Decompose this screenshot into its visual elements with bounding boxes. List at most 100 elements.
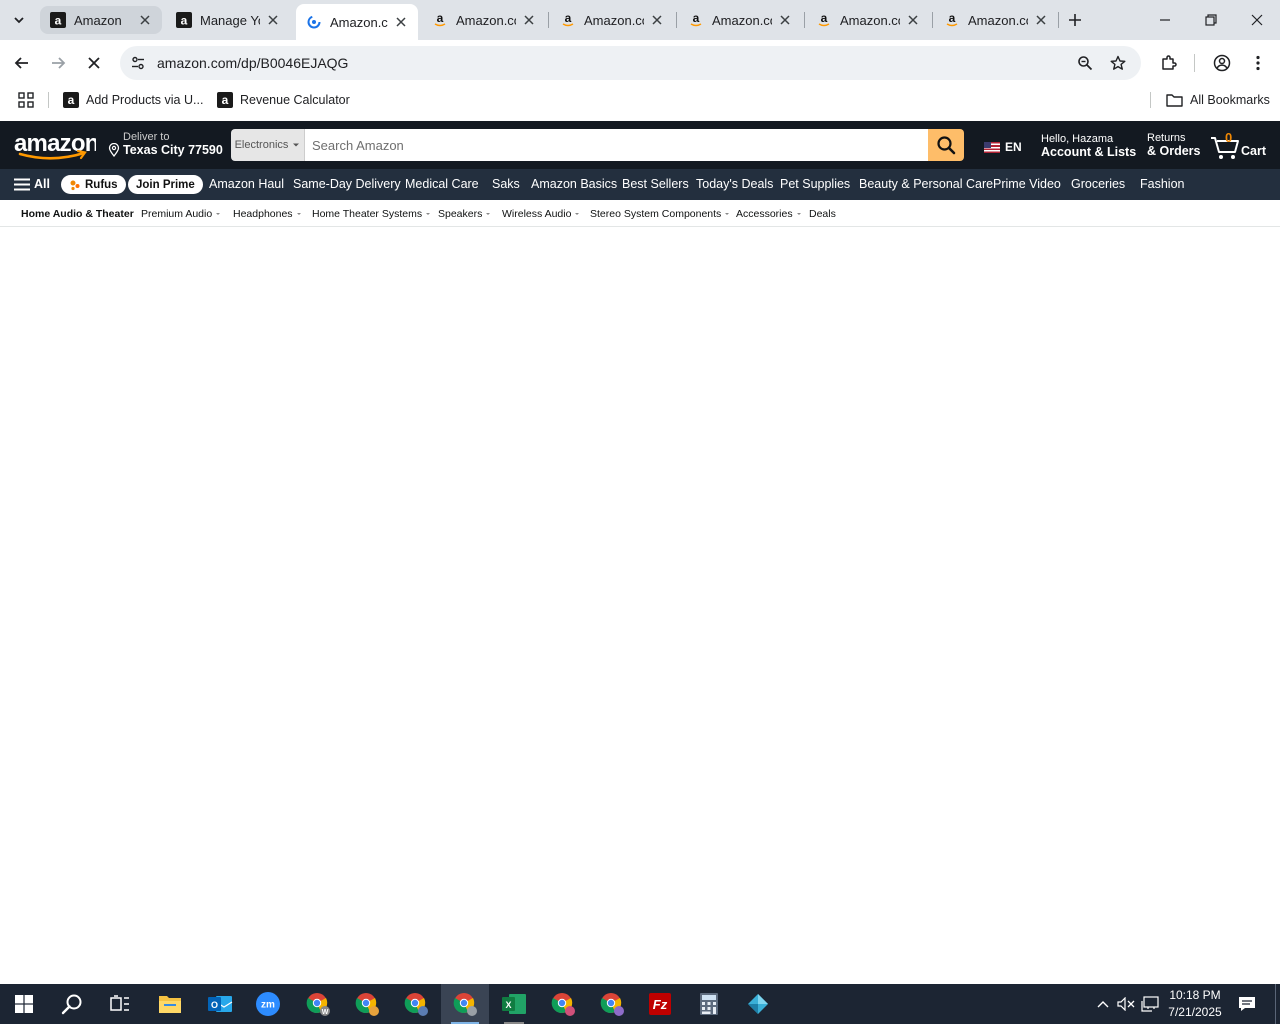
start-button[interactable]: [0, 984, 48, 1024]
tab-manage[interactable]: a Manage Yo: [166, 4, 290, 36]
close-tab-icon[interactable]: [264, 11, 282, 29]
rufus-label: Rufus: [85, 178, 118, 191]
nav-item-fashion[interactable]: Fashion: [1140, 177, 1184, 191]
tab-amazon-co[interactable]: a Amazon.co: [678, 4, 802, 36]
close-tab-icon[interactable]: [1032, 11, 1050, 29]
task-view-button[interactable]: [96, 984, 144, 1024]
nav-item-medical-care[interactable]: Medical Care: [405, 177, 479, 191]
join-prime-button[interactable]: Join Prime: [128, 175, 203, 194]
tab-title: Amazon.co: [712, 12, 772, 28]
close-tab-icon[interactable]: [136, 11, 154, 29]
bookmark-star-icon[interactable]: [1108, 53, 1128, 73]
back-button[interactable]: [7, 48, 37, 78]
network-button[interactable]: [1139, 984, 1161, 1024]
chrome-menu-button[interactable]: [1243, 48, 1273, 78]
nav-item-beauty-personal-care[interactable]: Beauty & Personal Care: [859, 177, 993, 191]
minimize-button[interactable]: [1142, 0, 1188, 40]
subnav-item-premium-audio[interactable]: Premium Audio: [141, 208, 221, 220]
search-input[interactable]: [305, 129, 928, 161]
nav-item-groceries[interactable]: Groceries: [1071, 177, 1125, 191]
generic-app-button[interactable]: [734, 984, 782, 1024]
subnav-item-home-theater-systems[interactable]: Home Theater Systems: [312, 208, 431, 220]
chrome-profile-2-button[interactable]: [343, 984, 391, 1024]
forward-button[interactable]: [43, 48, 73, 78]
subnav-item-accessories[interactable]: Accessories: [736, 208, 801, 220]
tab-amazon-co[interactable]: a Amazon.co: [934, 4, 1058, 36]
chrome-profile-w-button[interactable]: W: [294, 984, 342, 1024]
tab-search-button[interactable]: [6, 6, 32, 34]
subnav-title[interactable]: Home Audio & Theater: [21, 208, 134, 220]
address-bar[interactable]: amazon.com/dp/B0046EJAQG: [120, 46, 1141, 80]
zoom-app-button[interactable]: zm: [244, 984, 292, 1024]
tab-separator: [676, 12, 677, 28]
show-desktop-button[interactable]: [1275, 984, 1276, 1024]
close-tab-icon[interactable]: [392, 13, 410, 31]
rufus-button[interactable]: Rufus: [61, 175, 126, 194]
restore-button[interactable]: [1188, 0, 1234, 40]
all-menu-button[interactable]: All: [14, 177, 50, 191]
tab-amazon-co[interactable]: a Amazon.co: [550, 4, 674, 36]
file-explorer-button[interactable]: [146, 984, 194, 1024]
tab-amazon-co[interactable]: a Amazon.co: [806, 4, 930, 36]
svg-text:a: a: [55, 14, 62, 28]
excel-button[interactable]: X: [490, 984, 538, 1024]
close-tab-icon[interactable]: [648, 11, 666, 29]
subnav-item-label: Wireless Audio: [502, 208, 572, 220]
close-window-button[interactable]: [1234, 0, 1280, 40]
chrome-profile-4-button[interactable]: [539, 984, 587, 1024]
all-bookmarks-button[interactable]: All Bookmarks: [1166, 91, 1270, 109]
bookmark-add-products[interactable]: a Add Products via U...: [63, 91, 203, 109]
subnav-item-speakers[interactable]: Speakers: [438, 208, 491, 220]
system-clock[interactable]: 10:18 PM 7/21/2025: [1160, 987, 1230, 1021]
nav-item-prime-video[interactable]: Prime Video: [993, 177, 1061, 191]
nav-item-pet-supplies[interactable]: Pet Supplies: [780, 177, 850, 191]
nav-item-same-day-delivery[interactable]: Same-Day Delivery: [293, 177, 401, 191]
returns-and-orders[interactable]: Returns & Orders: [1147, 132, 1201, 158]
outlook-button[interactable]: O: [196, 984, 244, 1024]
close-tab-icon[interactable]: [520, 11, 538, 29]
back-arrow-icon: [14, 57, 28, 69]
cart-button[interactable]: 0 Cart: [1210, 129, 1270, 163]
volume-button[interactable]: [1115, 984, 1137, 1024]
subnav-item-wireless-audio[interactable]: Wireless Audio: [502, 208, 580, 220]
show-hidden-icons-button[interactable]: [1092, 984, 1114, 1024]
amazon-smile-icon: a: [560, 12, 576, 28]
amazon-logo[interactable]: amazon: [14, 129, 99, 161]
chrome-profile-5-button[interactable]: [588, 984, 636, 1024]
new-tab-button[interactable]: [1064, 9, 1086, 31]
notification-center-button[interactable]: [1234, 984, 1260, 1024]
account-and-lists[interactable]: Hello, Hazama Account & Lists: [1041, 133, 1136, 159]
nav-item-amazon-haul[interactable]: Amazon Haul: [209, 177, 284, 191]
nav-item-best-sellers[interactable]: Best Sellers: [622, 177, 689, 191]
puzzle-icon: [1162, 55, 1177, 70]
close-tab-icon[interactable]: [776, 11, 794, 29]
site-settings-icon[interactable]: [128, 53, 148, 73]
stop-loading-button[interactable]: [79, 48, 109, 78]
extensions-button[interactable]: [1154, 48, 1184, 78]
tab-active[interactable]: Amazon.co: [296, 4, 418, 40]
close-tab-icon[interactable]: [904, 11, 922, 29]
zoom-icon[interactable]: [1075, 53, 1095, 73]
nav-item-amazon-basics[interactable]: Amazon Basics: [531, 177, 617, 191]
taskbar-search-button[interactable]: [48, 984, 96, 1024]
subnav-item-headphones[interactable]: Headphones: [233, 208, 301, 220]
nav-item-saks[interactable]: Saks: [492, 177, 520, 191]
subnav-item-stereo-system-components[interactable]: Stereo System Components: [590, 208, 730, 220]
deliver-to-location[interactable]: Deliver to Texas City 77590: [108, 131, 223, 157]
caret-down-icon: [486, 213, 491, 215]
nav-item-todays-deals[interactable]: Today's Deals: [696, 177, 773, 191]
language-selector[interactable]: EN: [984, 140, 1022, 154]
chrome-profile-3-button[interactable]: [392, 984, 440, 1024]
search-submit-button[interactable]: [928, 129, 964, 161]
bookmark-revenue-calculator[interactable]: a Revenue Calculator: [217, 91, 350, 109]
filezilla-button[interactable]: Fz: [636, 984, 684, 1024]
apps-button[interactable]: [18, 91, 34, 109]
calculator-button[interactable]: [685, 984, 733, 1024]
caret-down-icon: [575, 213, 580, 215]
chrome-profile-active-button[interactable]: [441, 984, 489, 1024]
tab-amazon-co[interactable]: a Amazon.co: [422, 4, 546, 36]
subnav-item-deals[interactable]: Deals: [809, 208, 836, 220]
tab-amazon[interactable]: a Amazon: [40, 6, 162, 34]
profile-button[interactable]: [1207, 48, 1237, 78]
search-category-dropdown[interactable]: Electronics: [231, 129, 305, 161]
